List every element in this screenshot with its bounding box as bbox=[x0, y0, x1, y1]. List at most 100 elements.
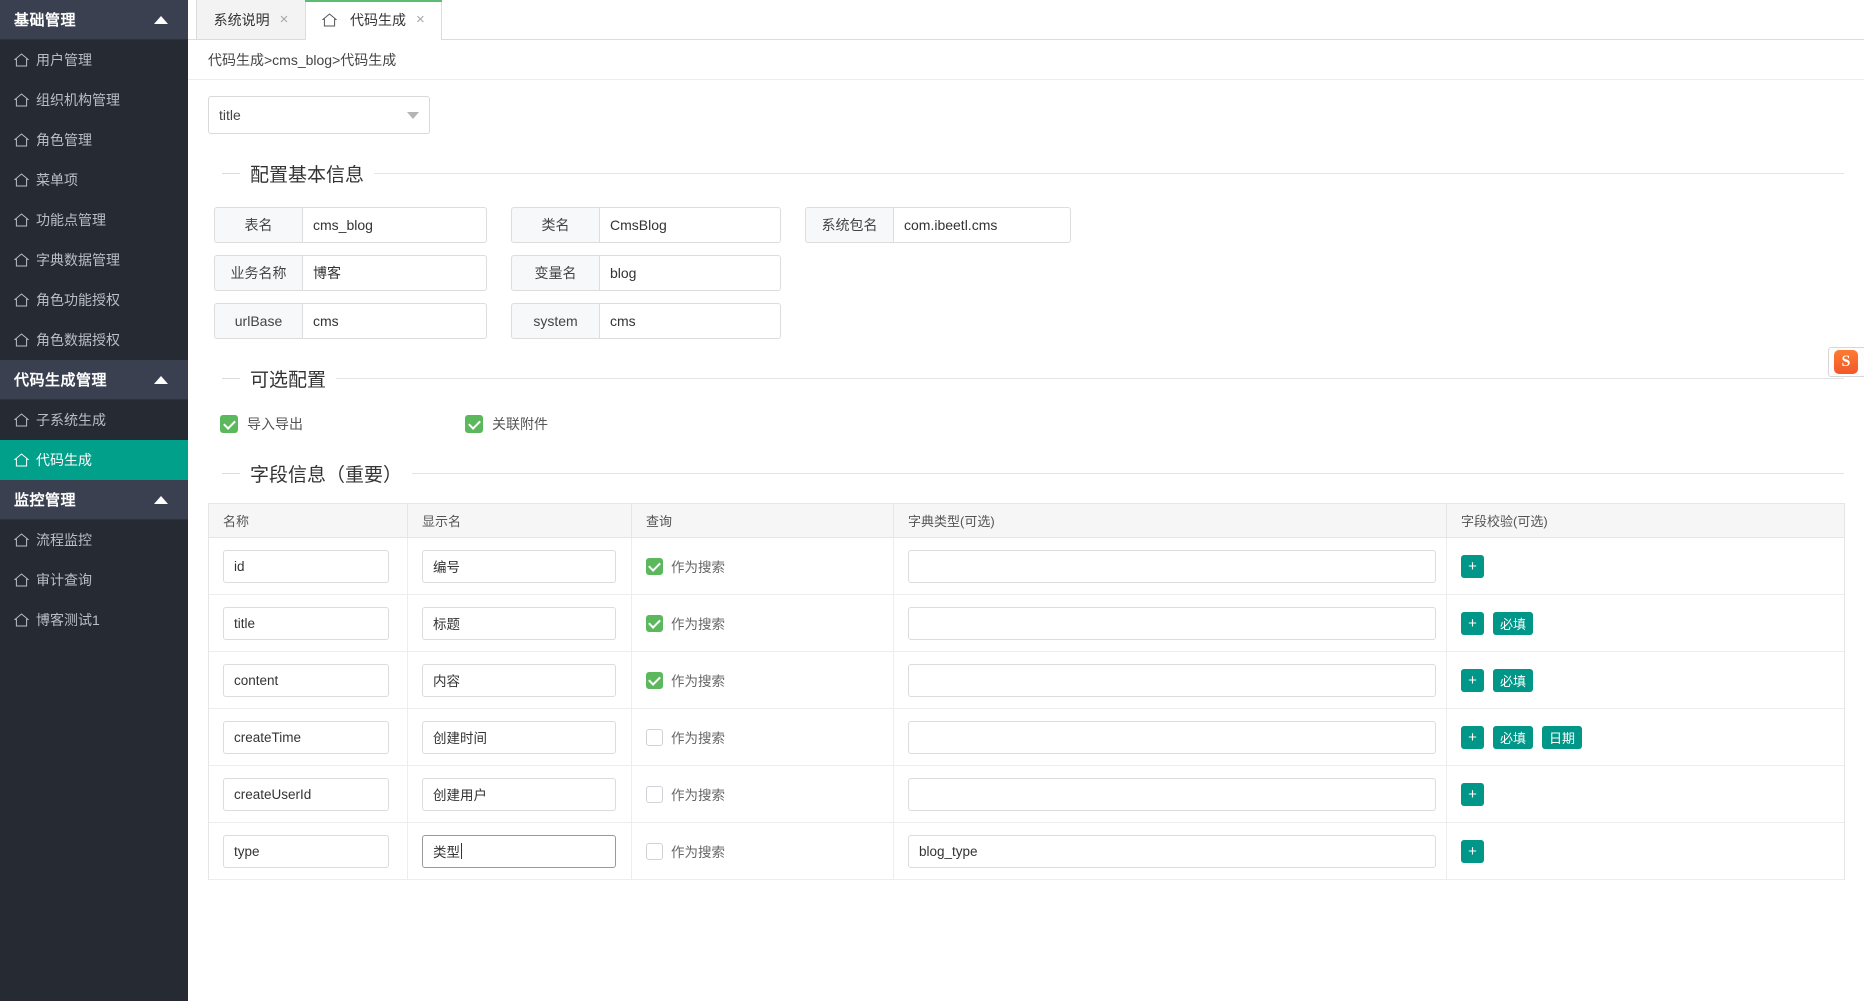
basic-info-rows: 表名 cms_blog 类名 CmsBlog 系统包名 com.ibeetl.c… bbox=[208, 193, 1844, 339]
field-input[interactable]: blog bbox=[599, 255, 781, 291]
sidebar-item-label: 角色功能授权 bbox=[36, 290, 120, 310]
row-name-input[interactable]: id bbox=[223, 550, 389, 583]
sidebar-item-audit-query[interactable]: 审计查询 bbox=[0, 560, 188, 600]
sidebar-item-org-mgmt[interactable]: 组织机构管理 bbox=[0, 80, 188, 120]
checkbox-icon[interactable] bbox=[646, 558, 663, 575]
row-name-input[interactable]: title bbox=[223, 607, 389, 640]
row-search-checkbox[interactable]: 作为搜索 bbox=[646, 841, 725, 861]
sidebar-group-basic[interactable]: 基础管理 bbox=[0, 0, 188, 40]
sidebar-item-function-mgmt[interactable]: 功能点管理 bbox=[0, 200, 188, 240]
add-validation-button[interactable]: + bbox=[1461, 669, 1484, 692]
sidebar-item-menu[interactable]: 菜单项 bbox=[0, 160, 188, 200]
sidebar-item-blog-test-1[interactable]: 博客测试1 bbox=[0, 600, 188, 640]
row-dict-input[interactable]: blog_type bbox=[908, 835, 1436, 868]
sidebar-item-subsystem-gen[interactable]: 子系统生成 bbox=[0, 400, 188, 440]
validation-badge-required[interactable]: 必填 bbox=[1493, 669, 1533, 692]
sidebar-item-label: 角色数据授权 bbox=[36, 330, 120, 350]
sogou-logo-icon[interactable]: S bbox=[1834, 350, 1858, 374]
home-icon bbox=[14, 413, 29, 427]
field-input[interactable]: CmsBlog bbox=[599, 207, 781, 243]
home-icon bbox=[14, 213, 29, 227]
row-display-input[interactable]: 创建用户 bbox=[422, 778, 616, 811]
field-input[interactable]: cms bbox=[599, 303, 781, 339]
row-search-checkbox[interactable]: 作为搜索 bbox=[646, 727, 725, 747]
field-label: system bbox=[511, 303, 599, 339]
row-dict-input[interactable] bbox=[908, 550, 1436, 583]
row-search-checkbox[interactable]: 作为搜索 bbox=[646, 613, 725, 633]
tab-system-desc[interactable]: 系统说明 × bbox=[196, 0, 306, 39]
row-name-input[interactable]: content bbox=[223, 664, 389, 697]
checkbox-label: 作为搜索 bbox=[671, 613, 725, 633]
sidebar-item-label: 博客测试1 bbox=[36, 610, 100, 630]
sidebar-item-code-gen[interactable]: 代码生成 bbox=[0, 440, 188, 480]
section-line bbox=[374, 173, 1844, 174]
column-header-dict-type: 字典类型(可选) bbox=[894, 504, 1447, 537]
row-name-input[interactable]: createUserId bbox=[223, 778, 389, 811]
field-input[interactable]: cms_blog bbox=[302, 207, 487, 243]
field-table: 名称 显示名 查询 字典类型(可选) 字段校验(可选) id 编号 作为搜索 bbox=[208, 503, 1845, 880]
field-class-name: 类名 CmsBlog bbox=[511, 207, 781, 243]
table-select[interactable]: title bbox=[208, 96, 430, 134]
home-icon bbox=[322, 13, 337, 27]
row-name-input[interactable]: type bbox=[223, 835, 389, 868]
sidebar-item-label: 用户管理 bbox=[36, 50, 92, 70]
sidebar-item-process-monitor[interactable]: 流程监控 bbox=[0, 520, 188, 560]
field-label: 系统包名 bbox=[805, 207, 893, 243]
checkbox-import-export[interactable]: 导入导出 bbox=[220, 414, 303, 434]
column-header-validation: 字段校验(可选) bbox=[1447, 504, 1844, 537]
home-icon bbox=[14, 293, 29, 307]
checkbox-attachment[interactable]: 关联附件 bbox=[465, 414, 548, 434]
row-dict-input[interactable] bbox=[908, 778, 1436, 811]
close-icon[interactable]: × bbox=[416, 12, 425, 27]
field-input[interactable]: 博客 bbox=[302, 255, 487, 291]
add-validation-button[interactable]: + bbox=[1461, 726, 1484, 749]
checkbox-icon[interactable] bbox=[646, 843, 663, 860]
close-icon[interactable]: × bbox=[280, 12, 289, 27]
checkbox-icon[interactable] bbox=[465, 415, 483, 433]
checkbox-icon[interactable] bbox=[646, 786, 663, 803]
add-validation-button[interactable]: + bbox=[1461, 555, 1484, 578]
sidebar-group-monitor[interactable]: 监控管理 bbox=[0, 480, 188, 520]
ime-toolbar[interactable]: S 中 bbox=[1828, 347, 1864, 377]
row-dict-input[interactable] bbox=[908, 607, 1436, 640]
row-display-input[interactable]: 创建时间 bbox=[422, 721, 616, 754]
sidebar-item-label: 功能点管理 bbox=[36, 210, 106, 230]
row-dict-input[interactable] bbox=[908, 664, 1436, 697]
sidebar-item-role-mgmt[interactable]: 角色管理 bbox=[0, 120, 188, 160]
row-display-input[interactable]: 内容 bbox=[422, 664, 616, 697]
row-dict-input[interactable] bbox=[908, 721, 1436, 754]
sidebar-item-user-mgmt[interactable]: 用户管理 bbox=[0, 40, 188, 80]
field-label: 类名 bbox=[511, 207, 599, 243]
checkbox-label: 导入导出 bbox=[247, 414, 303, 434]
checkbox-icon[interactable] bbox=[646, 672, 663, 689]
row-search-checkbox[interactable]: 作为搜索 bbox=[646, 556, 725, 576]
row-display-input[interactable]: 标题 bbox=[422, 607, 616, 640]
add-validation-button[interactable]: + bbox=[1461, 840, 1484, 863]
sidebar-group-label: 代码生成管理 bbox=[14, 369, 107, 390]
validation-badge-required[interactable]: 必填 bbox=[1493, 726, 1533, 749]
row-display-input[interactable]: 编号 bbox=[422, 550, 616, 583]
sidebar-item-role-data-auth[interactable]: 角色数据授权 bbox=[0, 320, 188, 360]
tab-code-gen[interactable]: 代码生成 × bbox=[305, 0, 442, 39]
row-search-checkbox[interactable]: 作为搜索 bbox=[646, 784, 725, 804]
field-label: 表名 bbox=[214, 207, 302, 243]
sidebar-item-dict-mgmt[interactable]: 字典数据管理 bbox=[0, 240, 188, 280]
field-input[interactable]: cms bbox=[302, 303, 487, 339]
field-input[interactable]: com.ibeetl.cms bbox=[893, 207, 1071, 243]
row-search-checkbox[interactable]: 作为搜索 bbox=[646, 670, 725, 690]
validation-badge-required[interactable]: 必填 bbox=[1493, 612, 1533, 635]
add-validation-button[interactable]: + bbox=[1461, 783, 1484, 806]
sidebar-group-label: 监控管理 bbox=[14, 489, 76, 510]
checkbox-icon[interactable] bbox=[646, 729, 663, 746]
row-name-input[interactable]: createTime bbox=[223, 721, 389, 754]
tab-label: 代码生成 bbox=[350, 10, 406, 30]
sidebar-item-role-function-auth[interactable]: 角色功能授权 bbox=[0, 280, 188, 320]
sidebar-group-codegen[interactable]: 代码生成管理 bbox=[0, 360, 188, 400]
table-row: createTime 创建时间 作为搜索 + 必填 日期 bbox=[209, 709, 1844, 766]
validation-badge-date[interactable]: 日期 bbox=[1542, 726, 1582, 749]
checkbox-icon[interactable] bbox=[220, 415, 238, 433]
checkbox-icon[interactable] bbox=[646, 615, 663, 632]
row-display-input[interactable]: 类型 bbox=[422, 835, 616, 868]
checkbox-label: 作为搜索 bbox=[671, 784, 725, 804]
add-validation-button[interactable]: + bbox=[1461, 612, 1484, 635]
